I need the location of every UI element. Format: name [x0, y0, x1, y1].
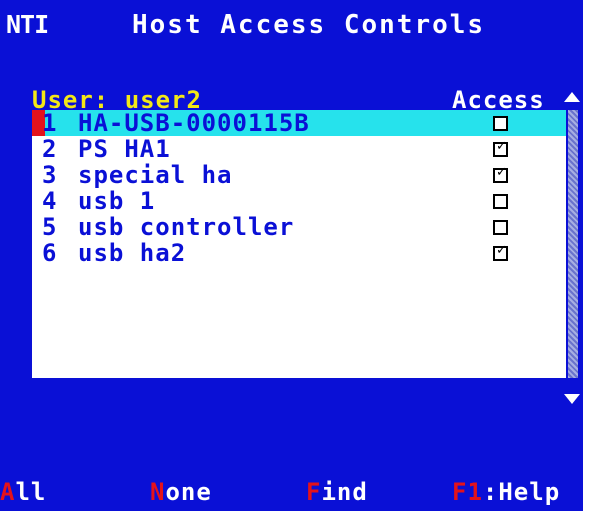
access-checkbox[interactable]: ✓ — [493, 165, 508, 183]
hotkey-label: one — [165, 478, 212, 506]
host-number: 2 — [42, 135, 58, 163]
host-name: usb 1 — [78, 187, 156, 215]
hotkey-bar: All None Find F1:Help — [0, 478, 583, 510]
hotkey-label: ll — [15, 478, 47, 506]
title-bar: NTI Host Access Controls — [0, 0, 583, 60]
hotkey-label: :Help — [482, 478, 561, 506]
host-number: 3 — [42, 161, 58, 189]
host-number: 6 — [42, 239, 58, 267]
host-row-2[interactable]: 2 PS HA1 ✓ — [32, 136, 566, 162]
host-row-5[interactable]: 5 usb controller — [32, 214, 566, 240]
none-hotkey[interactable]: None — [150, 478, 212, 506]
page-title: Host Access Controls — [132, 10, 486, 40]
host-number: 4 — [42, 187, 58, 215]
help-hotkey[interactable]: F1:Help — [452, 478, 560, 506]
all-hotkey[interactable]: All — [0, 478, 46, 506]
scrollbar-track[interactable] — [568, 110, 578, 378]
nti-logo: NTI — [6, 10, 49, 39]
host-name: special ha — [78, 161, 233, 189]
hotkey-letter: F — [306, 478, 322, 506]
host-number: 1 — [42, 109, 58, 137]
access-checkbox[interactable]: ✓ — [493, 139, 508, 157]
osd-screen: NTI Host Access Controls User: user2 Acc… — [0, 0, 583, 511]
scroll-down-icon[interactable] — [564, 394, 580, 404]
check-mark-icon: ✓ — [496, 165, 508, 180]
host-row-1[interactable]: 1 HA-USB-0000115B — [32, 110, 566, 136]
host-name: usb ha2 — [78, 239, 187, 267]
host-name: HA-USB-0000115B — [78, 109, 310, 137]
access-checkbox[interactable] — [493, 220, 508, 235]
hotkey-letter: N — [150, 478, 166, 506]
check-mark-icon: ✓ — [496, 243, 508, 258]
host-list: 1 HA-USB-0000115B 2 PS HA1 ✓ 3 special h… — [32, 110, 566, 378]
access-checkbox[interactable] — [493, 116, 508, 131]
host-row-3[interactable]: 3 special ha ✓ — [32, 162, 566, 188]
scroll-up-icon[interactable] — [564, 92, 580, 102]
access-checkbox[interactable]: ✓ — [493, 243, 508, 261]
access-checkbox[interactable] — [493, 194, 508, 209]
hotkey-letter: A — [0, 478, 16, 506]
hotkey-label: ind — [321, 478, 368, 506]
host-number: 5 — [42, 213, 58, 241]
host-name: usb controller — [78, 213, 295, 241]
check-mark-icon: ✓ — [496, 139, 508, 154]
host-row-6[interactable]: 6 usb ha2 ✓ — [32, 240, 566, 266]
host-name: PS HA1 — [78, 135, 171, 163]
hotkey-letter: F1 — [452, 478, 483, 506]
host-row-4[interactable]: 4 usb 1 — [32, 188, 566, 214]
find-hotkey[interactable]: Find — [306, 478, 368, 506]
